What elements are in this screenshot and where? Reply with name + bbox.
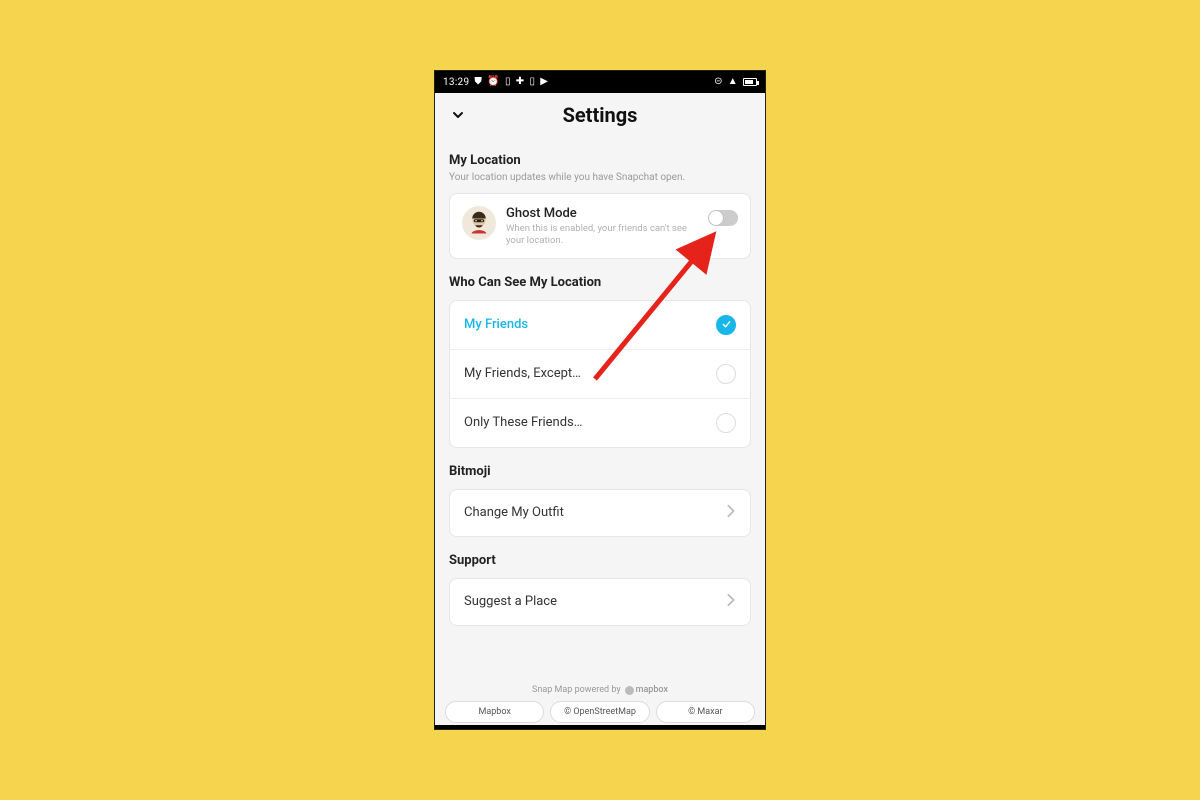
ghost-mode-card: Ghost Mode When this is enabled, your fr…	[449, 193, 751, 259]
section-title-bitmoji: Bitmoji	[449, 464, 751, 479]
change-outfit-row[interactable]: Change My Outfit	[450, 490, 750, 536]
credit-mapbox[interactable]: Mapbox	[445, 701, 544, 723]
option-label: Only These Friends…	[464, 415, 582, 430]
alarm-icon: ⏰	[487, 77, 500, 87]
battery-icon	[743, 78, 757, 86]
chevron-right-icon	[726, 593, 736, 611]
support-card: Suggest a Place	[449, 578, 751, 626]
option-my-friends-except[interactable]: My Friends, Except…	[450, 349, 750, 398]
status-time: 13:29	[443, 77, 469, 88]
section-title-location: My Location	[449, 153, 751, 168]
mapbox-logo: mapbox	[625, 685, 668, 695]
credit-osm[interactable]: © OpenStreetMap	[550, 701, 649, 723]
radio-unchecked-icon	[716, 413, 736, 433]
ghost-mode-row: Ghost Mode When this is enabled, your fr…	[450, 194, 750, 258]
ghost-mode-toggle[interactable]	[708, 210, 738, 226]
visibility-card: My Friends My Friends, Except… Only Thes…	[449, 300, 751, 448]
dnd-icon: ⊝	[714, 77, 723, 87]
option-only-these-friends[interactable]: Only These Friends…	[450, 398, 750, 447]
content-area: My Location Your location updates while …	[435, 135, 765, 634]
wifi-icon: ▲	[728, 77, 738, 87]
row-label: Change My Outfit	[464, 505, 564, 520]
bitmoji-card: Change My Outfit	[449, 489, 751, 537]
sim-icon: ▯	[505, 77, 511, 87]
section-sub-location: Your location updates while you have Sna…	[449, 172, 751, 183]
status-bar: 13:29 ⛊ ⏰ ▯ ✚ ▯ ▶ ⊝ ▲	[435, 71, 765, 93]
mapbox-dot-icon	[625, 686, 634, 695]
page-header: Settings	[435, 93, 765, 135]
page-title: Settings	[449, 103, 751, 127]
footer: Snap Map powered by mapbox Mapbox © Open…	[435, 685, 765, 723]
radio-checked-icon	[716, 315, 736, 335]
credit-row: Mapbox © OpenStreetMap © Maxar	[445, 701, 755, 723]
home-indicator	[435, 725, 765, 729]
option-label: My Friends, Except…	[464, 366, 581, 381]
ghost-mode-title: Ghost Mode	[506, 206, 698, 221]
section-title-visibility: Who Can See My Location	[449, 275, 751, 290]
option-label: My Friends	[464, 317, 528, 332]
play-icon: ▶	[540, 77, 548, 87]
mapbox-label: mapbox	[636, 685, 668, 695]
plus-icon: ✚	[516, 77, 525, 87]
powered-text: Snap Map powered by	[532, 685, 621, 695]
radio-unchecked-icon	[716, 364, 736, 384]
section-title-support: Support	[449, 553, 751, 568]
chevron-right-icon	[726, 504, 736, 522]
phone-frame: 13:29 ⛊ ⏰ ▯ ✚ ▯ ▶ ⊝ ▲ Settings My Locati…	[434, 70, 766, 730]
credit-maxar[interactable]: © Maxar	[656, 701, 755, 723]
ghost-mode-desc: When this is enabled, your friends can't…	[506, 223, 698, 248]
powered-by: Snap Map powered by mapbox	[445, 685, 755, 695]
sim2-icon: ▯	[529, 77, 535, 87]
bitmoji-avatar	[462, 206, 496, 240]
option-my-friends[interactable]: My Friends	[450, 301, 750, 349]
row-label: Suggest a Place	[464, 594, 557, 609]
suggest-place-row[interactable]: Suggest a Place	[450, 579, 750, 625]
shield-icon: ⛊	[474, 77, 482, 87]
